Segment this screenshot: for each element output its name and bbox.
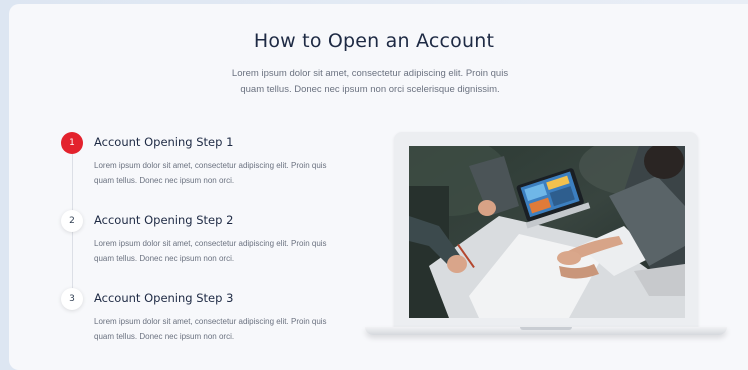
- page-subtitle: Lorem ipsum dolor sit amet, consectetur …: [231, 68, 509, 95]
- laptop-notch: [520, 327, 572, 330]
- step-number-badge: 2: [61, 210, 83, 232]
- page-title: How to Open an Account: [253, 30, 495, 52]
- step-number-badge: 3: [61, 288, 83, 310]
- step-number-badge: 1: [61, 132, 83, 154]
- step-title: Account Opening Step 2: [94, 213, 234, 227]
- step-description: Lorem ipsum dolor sit amet, consectetur …: [94, 317, 327, 341]
- team-meeting-photo: [409, 146, 685, 318]
- step-title: Account Opening Step 1: [94, 135, 234, 149]
- step-title: Account Opening Step 3: [94, 291, 234, 305]
- step-description: Lorem ipsum dolor sit amet, consectetur …: [94, 239, 327, 263]
- step-description: Lorem ipsum dolor sit amet, consectetur …: [94, 161, 327, 185]
